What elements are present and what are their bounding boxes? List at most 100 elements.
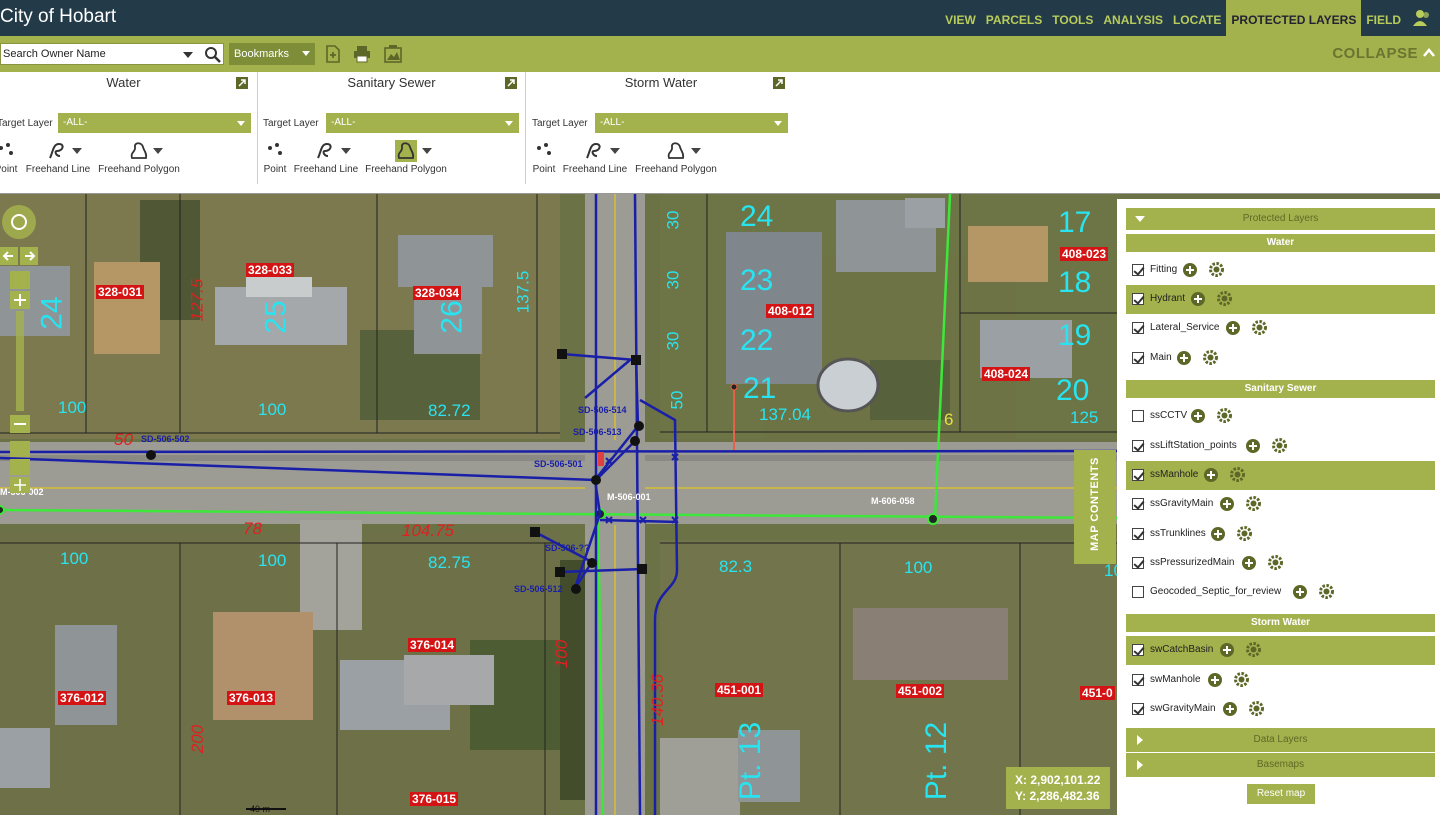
zoom-box-out-icon[interactable] xyxy=(10,459,30,475)
add-document-icon[interactable] xyxy=(324,45,342,63)
nav-view[interactable]: VIEW xyxy=(940,0,981,36)
point-tool[interactable]: Point xyxy=(0,140,18,175)
data-layers-section[interactable]: Data Layers xyxy=(1126,728,1435,752)
nav-parcels[interactable]: PARCELS xyxy=(981,0,1047,36)
chevron-down-icon[interactable] xyxy=(610,148,620,154)
pin-icon[interactable] xyxy=(504,76,518,90)
layer-checkbox[interactable] xyxy=(1132,586,1144,598)
parcel-label[interactable]: 408-023 xyxy=(1060,247,1109,261)
fitting-marker[interactable] xyxy=(730,383,738,391)
protected-layers-header[interactable]: Protected Layers xyxy=(1126,208,1435,230)
ss-manhole[interactable] xyxy=(557,349,567,359)
target-layer-select[interactable]: -ALL- xyxy=(595,113,788,133)
gear-icon[interactable] xyxy=(1267,554,1284,571)
layer-row-hydrant[interactable]: Hydrant xyxy=(1126,285,1435,314)
add-feature-icon[interactable] xyxy=(1219,496,1235,512)
layer-row-lateral-service[interactable]: Lateral_Service xyxy=(1126,314,1435,343)
parcel-label[interactable]: 451-001 xyxy=(715,683,764,697)
chevron-down-icon[interactable] xyxy=(153,148,163,154)
target-layer-select[interactable]: -ALL- xyxy=(58,113,251,133)
ss-manhole[interactable] xyxy=(571,584,581,594)
parcel-label[interactable]: 376-012 xyxy=(58,691,107,705)
ss-manhole[interactable] xyxy=(637,564,647,574)
pin-icon[interactable] xyxy=(235,76,249,90)
freehand-polygon-tool-active[interactable]: Freehand Polygon xyxy=(361,140,451,175)
nav-tools[interactable]: TOOLS xyxy=(1047,0,1098,36)
layer-row-ssgravitymain[interactable]: ssGravityMain xyxy=(1126,490,1435,519)
layer-row-swgravitymain[interactable]: swGravityMain xyxy=(1126,695,1435,724)
nav-field[interactable]: FIELD xyxy=(1361,0,1406,36)
layer-row-fitting[interactable]: Fitting xyxy=(1126,256,1435,285)
add-feature-icon[interactable] xyxy=(1225,320,1241,336)
layer-checkbox[interactable] xyxy=(1132,557,1144,569)
map-contents-tab[interactable]: MAP CONTENTS xyxy=(1074,450,1116,564)
hydrant-marker[interactable] xyxy=(927,513,939,525)
freehand-line-tool[interactable]: Freehand Line xyxy=(557,140,633,175)
ss-manhole[interactable] xyxy=(587,558,597,568)
parcel-label[interactable]: 376-015 xyxy=(410,792,459,806)
parcel-label[interactable]: 328-031 xyxy=(96,285,145,299)
layer-checkbox[interactable] xyxy=(1132,440,1144,452)
parcel-label[interactable]: 328-034 xyxy=(413,286,462,300)
nav-locate[interactable]: LOCATE xyxy=(1168,0,1226,36)
search-dropdown-icon[interactable] xyxy=(183,52,193,58)
layer-checkbox[interactable] xyxy=(1132,264,1144,276)
zoom-box-in-icon[interactable] xyxy=(10,441,30,457)
collapse-button[interactable]: COLLAPSE xyxy=(1332,45,1418,62)
add-feature-icon[interactable] xyxy=(1241,555,1257,571)
gear-icon[interactable] xyxy=(1216,407,1233,424)
freehand-line-tool[interactable]: Freehand Line xyxy=(20,140,96,175)
layer-row-sspressurizedmain[interactable]: ssPressurizedMain xyxy=(1126,549,1435,578)
layer-row-sslift-station[interactable]: ssLiftStation_points xyxy=(1126,432,1435,461)
add-feature-icon[interactable] xyxy=(1190,408,1206,424)
layer-row-swmanhole[interactable]: swManhole xyxy=(1126,666,1435,695)
export-map-icon[interactable] xyxy=(384,45,402,63)
chevron-down-icon[interactable] xyxy=(422,148,432,154)
search-icon[interactable] xyxy=(204,46,222,64)
layer-checkbox[interactable] xyxy=(1132,352,1144,364)
point-tool[interactable]: Point xyxy=(530,140,558,175)
layer-checkbox[interactable] xyxy=(1132,469,1144,481)
ss-manhole[interactable] xyxy=(634,421,644,431)
chevron-down-icon[interactable] xyxy=(691,148,701,154)
layer-checkbox[interactable] xyxy=(1132,528,1144,540)
add-feature-icon[interactable] xyxy=(1292,584,1308,600)
add-feature-icon[interactable] xyxy=(1207,672,1223,688)
add-feature-icon[interactable] xyxy=(1190,291,1206,307)
parcel-label[interactable]: 451-0 xyxy=(1080,686,1115,700)
add-feature-icon[interactable] xyxy=(1203,467,1219,483)
ss-manhole[interactable] xyxy=(530,527,540,537)
layer-row-sstrunklines[interactable]: ssTrunklines xyxy=(1126,520,1435,549)
gear-icon[interactable] xyxy=(1245,495,1262,512)
add-feature-icon[interactable] xyxy=(1245,438,1261,454)
pan-compass-icon[interactable] xyxy=(2,205,36,239)
basemaps-section[interactable]: Basemaps xyxy=(1126,753,1435,777)
ss-manhole[interactable] xyxy=(631,355,641,365)
add-feature-icon[interactable] xyxy=(1219,642,1235,658)
bookmarks-dropdown[interactable]: Bookmarks xyxy=(229,43,315,65)
chevron-up-icon[interactable] xyxy=(1422,47,1436,59)
parcel-label[interactable]: 376-013 xyxy=(227,691,276,705)
layer-checkbox[interactable] xyxy=(1132,703,1144,715)
pin-icon[interactable] xyxy=(772,76,786,90)
print-icon[interactable] xyxy=(353,45,371,63)
parcel-label[interactable]: 328-033 xyxy=(246,263,295,277)
gear-icon[interactable] xyxy=(1236,525,1253,542)
freehand-polygon-tool[interactable]: Freehand Polygon xyxy=(631,140,721,175)
zoom-slider[interactable] xyxy=(16,311,24,411)
ss-manhole[interactable] xyxy=(630,436,640,446)
ss-manhole[interactable] xyxy=(591,475,601,485)
point-tool[interactable]: Point xyxy=(261,140,289,175)
ss-manhole[interactable] xyxy=(146,450,156,460)
freehand-line-tool[interactable]: Freehand Line xyxy=(288,140,364,175)
layer-row-main[interactable]: Main xyxy=(1126,344,1435,373)
layer-row-sscctv[interactable]: ssCCTV xyxy=(1126,402,1435,431)
parcel-label[interactable]: 408-012 xyxy=(766,304,815,318)
add-feature-icon[interactable] xyxy=(1210,526,1226,542)
layer-checkbox[interactable] xyxy=(1132,410,1144,422)
add-feature-icon[interactable] xyxy=(1222,701,1238,717)
add-feature-icon[interactable] xyxy=(1176,350,1192,366)
reset-map-button[interactable]: Reset map xyxy=(1247,784,1315,804)
layer-row-swcatchbasin[interactable]: swCatchBasin xyxy=(1126,636,1435,665)
parcel-label[interactable]: 376-014 xyxy=(408,638,457,652)
